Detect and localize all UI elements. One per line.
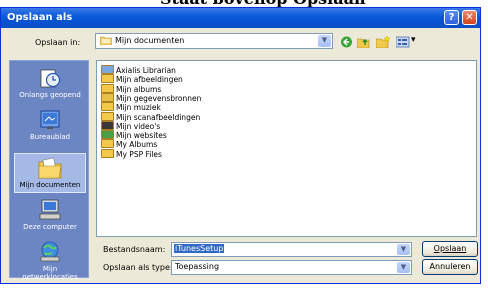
view-menu-arrow[interactable]: ▾ bbox=[411, 35, 416, 45]
place-label-network: Mijn netwerklocaties bbox=[22, 265, 78, 281]
file-item-name: My PSP Files bbox=[116, 149, 162, 159]
filetype-select[interactable]: Toepassing ▼ bbox=[171, 260, 412, 275]
file-item[interactable]: My Albums bbox=[101, 139, 157, 149]
up-folder-icon[interactable] bbox=[356, 36, 370, 49]
special-folder-icon bbox=[101, 65, 114, 74]
place-label-my-computer: Deze computer bbox=[23, 223, 77, 231]
filetype-label: Opslaan als type: bbox=[103, 263, 173, 272]
my-computer-icon bbox=[38, 199, 62, 221]
lookin-folder-icon bbox=[99, 35, 113, 47]
filename-label: Bestandsnaam: bbox=[103, 245, 165, 254]
my-documents-icon bbox=[38, 157, 62, 179]
folder-icon bbox=[101, 83, 114, 93]
new-folder-icon[interactable] bbox=[375, 35, 391, 49]
save-button[interactable]: Opslaan bbox=[422, 241, 478, 257]
place-my-documents[interactable]: Mijn documenten bbox=[14, 153, 86, 193]
network-places-icon bbox=[38, 241, 62, 263]
folder-icon bbox=[101, 139, 114, 149]
filename-value: iTunesSetup bbox=[174, 244, 225, 253]
folder-icon bbox=[101, 111, 114, 121]
cancel-button[interactable]: Annuleren bbox=[422, 259, 478, 275]
place-label-my-documents: Mijn documenten bbox=[19, 181, 81, 189]
filename-label-text: Bestandsnaam: bbox=[103, 245, 166, 254]
file-item[interactable]: Mijn gegevensbronnen bbox=[101, 92, 201, 103]
place-recent[interactable]: Onlangs geopend bbox=[14, 67, 86, 103]
cancel-button-label: Annuleren bbox=[429, 262, 471, 271]
folder-icon bbox=[101, 148, 114, 158]
back-icon[interactable] bbox=[340, 36, 353, 48]
desktop-icon bbox=[38, 109, 62, 131]
file-item[interactable]: Mijn muziek bbox=[101, 102, 161, 112]
lookin-combo[interactable]: Mijn documenten ▼ bbox=[95, 33, 333, 49]
window-title: Opslaan als bbox=[7, 12, 73, 23]
video-folder-icon bbox=[101, 120, 114, 130]
place-network[interactable]: Mijn netwerklocaties bbox=[14, 241, 86, 281]
file-item[interactable]: Axialis Librarian bbox=[101, 65, 176, 75]
lookin-label: Opslaan in: bbox=[35, 38, 80, 47]
recent-documents-icon bbox=[38, 67, 62, 89]
place-label-recent: Onlangs geopend bbox=[19, 91, 81, 99]
file-item[interactable]: Mijn albums bbox=[101, 83, 161, 94]
lookin-label-text: Opslaan in: bbox=[35, 38, 81, 47]
data-sources-folder-icon bbox=[101, 92, 114, 102]
places-bar: Onlangs geopend Bureaublad Mijn document… bbox=[9, 60, 89, 281]
place-desktop[interactable]: Bureaublad bbox=[14, 109, 86, 141]
place-my-computer[interactable]: Deze computer bbox=[14, 199, 86, 233]
close-button[interactable]: ✕ bbox=[462, 10, 477, 25]
save-as-dialog: Opslaan als ? ✕ Opslaan in: Mijn documen… bbox=[0, 7, 481, 284]
save-button-label: Opslaan bbox=[433, 244, 467, 253]
file-item[interactable]: Mijn afbeeldingen bbox=[101, 74, 183, 84]
help-button[interactable]: ? bbox=[444, 10, 459, 25]
filename-dropdown-icon[interactable]: ▼ bbox=[397, 244, 410, 255]
pictures-folder-icon bbox=[101, 74, 114, 84]
file-item[interactable]: Mijn websites bbox=[101, 130, 167, 140]
music-folder-icon bbox=[101, 102, 114, 112]
filetype-dropdown-icon[interactable]: ▼ bbox=[397, 262, 410, 273]
title-bar[interactable]: Opslaan als ? ✕ bbox=[1, 8, 480, 28]
lookin-dropdown-icon[interactable]: ▼ bbox=[318, 35, 331, 47]
file-item[interactable]: My PSP Files bbox=[101, 148, 162, 159]
file-item[interactable]: Mijn scanafbeeldingen bbox=[101, 111, 200, 122]
place-label-desktop: Bureaublad bbox=[29, 133, 71, 141]
lookin-value: Mijn documenten bbox=[115, 36, 185, 45]
web-folder-icon bbox=[101, 130, 114, 140]
file-item[interactable]: Mijn video's bbox=[101, 120, 160, 131]
filetype-label-text: Opslaan als type: bbox=[103, 263, 173, 272]
filename-field[interactable]: iTunesSetup ▼ bbox=[171, 242, 412, 257]
filetype-value: Toepassing bbox=[175, 262, 220, 271]
file-list[interactable]: Axialis Librarian Mijn afbeeldingen Mijn a… bbox=[96, 60, 477, 237]
